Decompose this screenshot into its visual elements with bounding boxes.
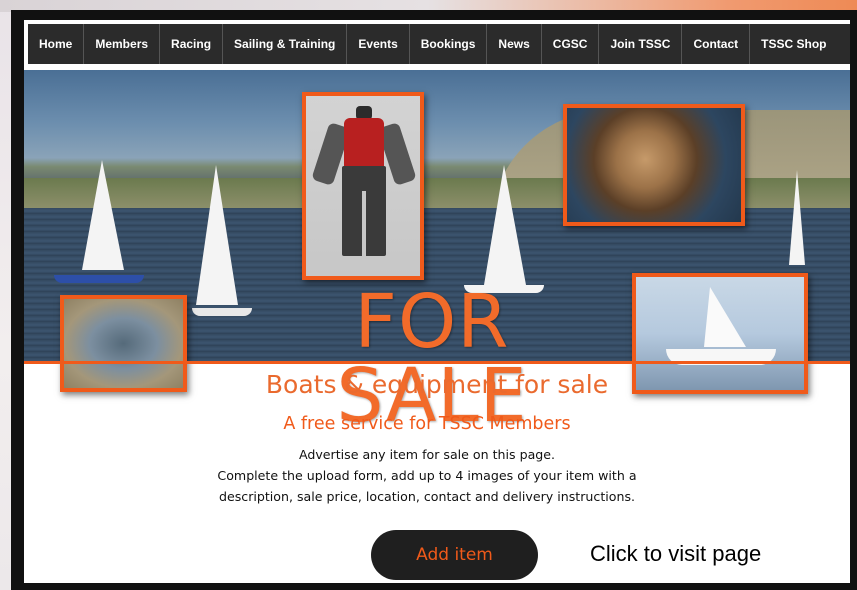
sailboat-sail — [484, 165, 526, 285]
page-subtitle: Boats & equipment for sale — [265, 370, 609, 399]
nav-item-racing[interactable]: Racing — [160, 24, 224, 64]
for-sale-headline: FOR SALE — [336, 279, 528, 439]
wetsuit-boots-image — [60, 295, 187, 392]
description: Advertise any item for sale on this page… — [184, 444, 670, 507]
nav-item-join-tssc[interactable]: Join TSSC — [599, 24, 683, 64]
drysuit-image — [302, 92, 424, 280]
visit-page-caption: Click to visit page — [590, 541, 762, 566]
nav-item-tssc-shop[interactable]: TSSC Shop — [750, 24, 837, 64]
main-navigation: Home Members Racing Sailing & Training E… — [28, 24, 850, 64]
white-dinghy-image — [632, 273, 808, 394]
sailboat-sail — [196, 165, 238, 305]
banner-divider — [24, 361, 850, 364]
nav-item-cgsc[interactable]: CGSC — [542, 24, 600, 64]
dinghy-sail — [704, 287, 746, 347]
nav-item-events[interactable]: Events — [347, 24, 410, 64]
nav-item-contact[interactable]: Contact — [682, 24, 751, 64]
add-item-button[interactable]: Add item — [371, 530, 538, 580]
drysuit-leg-gap — [362, 191, 366, 256]
nav-item-sailing-training[interactable]: Sailing & Training — [223, 24, 348, 64]
drysuit-torso — [344, 118, 384, 168]
description-line-2: Complete the upload form, add up to 4 im… — [217, 468, 637, 483]
sailboat-hull — [192, 308, 252, 316]
rope-coil-image — [563, 104, 745, 226]
sailboat-sail — [82, 160, 124, 270]
nav-item-news[interactable]: News — [487, 24, 542, 64]
nav-item-bookings[interactable]: Bookings — [410, 24, 488, 64]
sailboat-hull — [54, 275, 144, 283]
description-line-3: description, sale price, location, conta… — [218, 489, 636, 504]
nav-item-home[interactable]: Home — [28, 24, 85, 64]
nav-item-members[interactable]: Members — [84, 24, 161, 64]
sailboat-sail — [789, 170, 805, 265]
tagline: A free service for TSSC Members — [283, 414, 571, 434]
description-line-1: Advertise any item for sale on this page… — [298, 447, 556, 462]
page-content: Home Members Racing Sailing & Training E… — [24, 20, 850, 583]
